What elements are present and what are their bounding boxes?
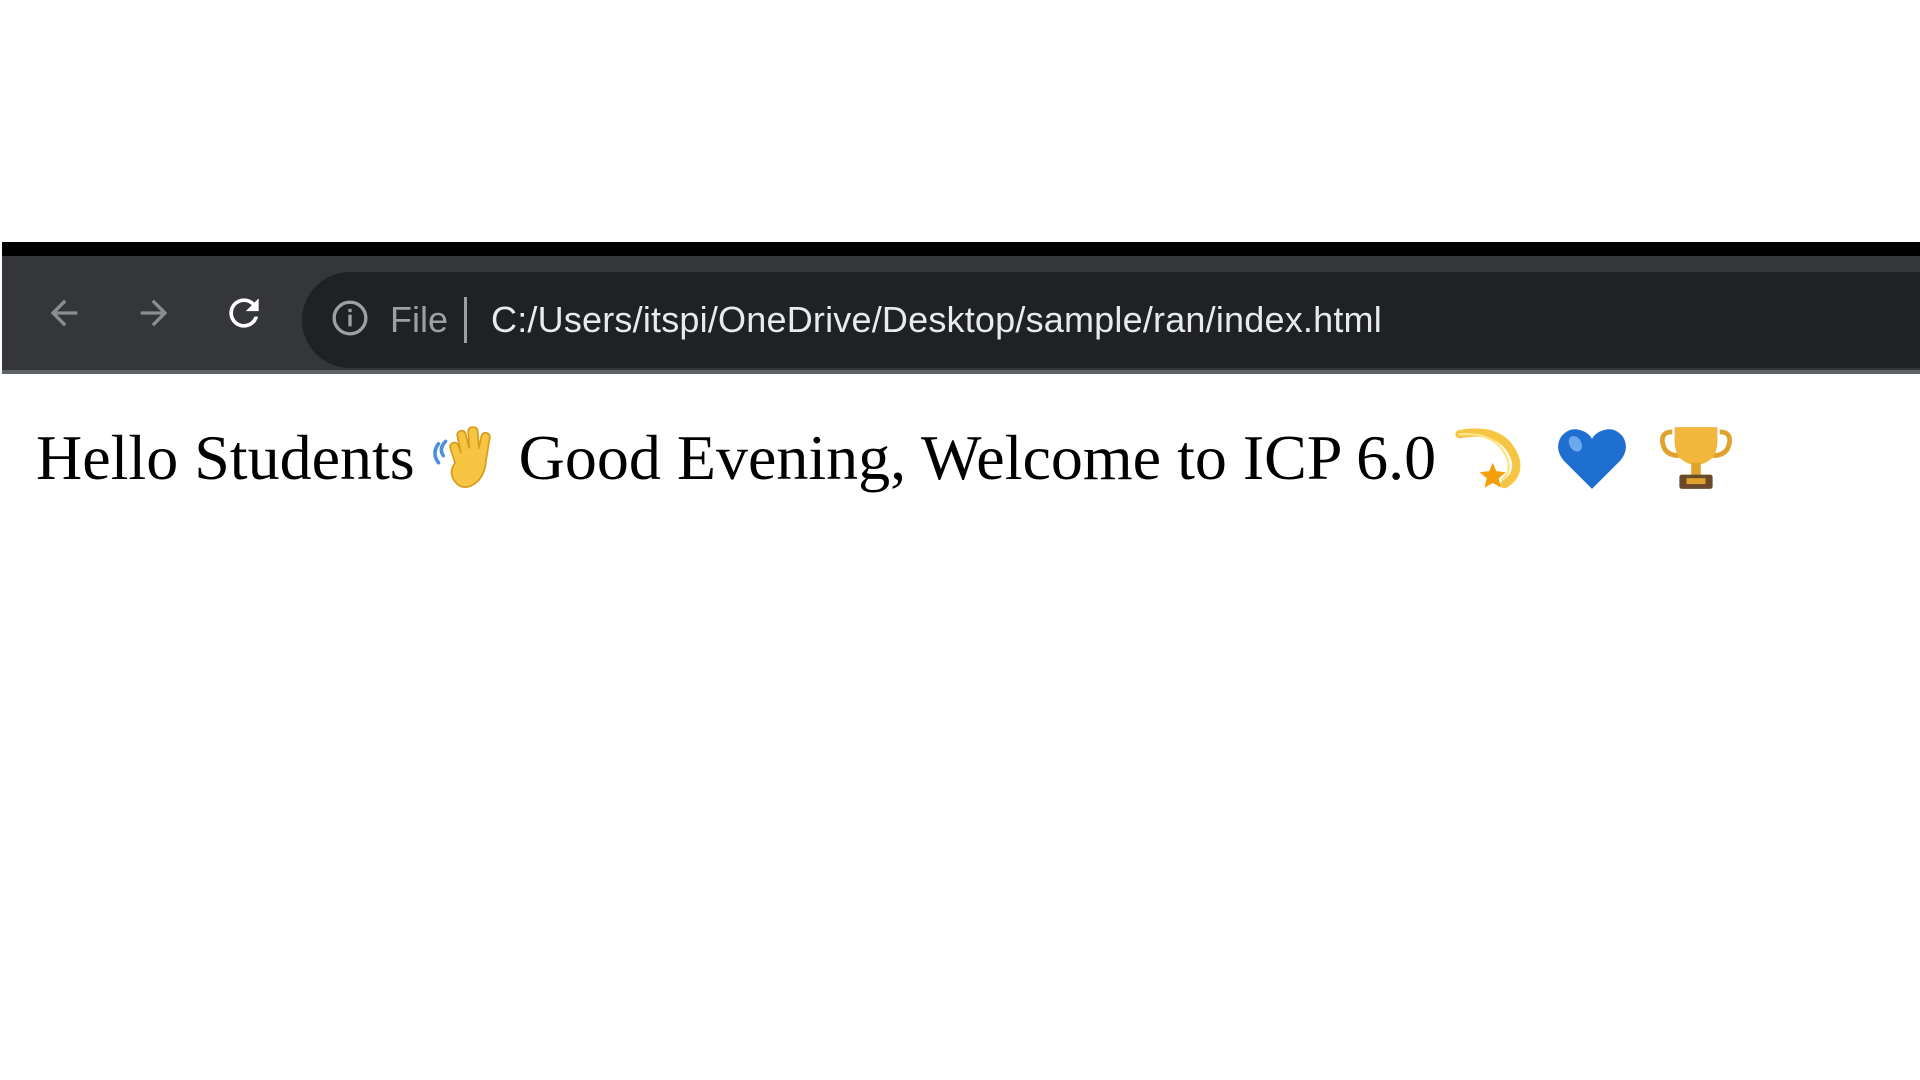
browser-chrome: File C:/Users/itspi/OneDrive/Desktop/sam… <box>2 242 1920 374</box>
screen: File C:/Users/itspi/OneDrive/Desktop/sam… <box>0 0 1920 1080</box>
site-info-button[interactable] <box>328 298 372 342</box>
address-bar[interactable]: File C:/Users/itspi/OneDrive/Desktop/sam… <box>302 272 1920 368</box>
trophy-icon <box>1658 420 1734 496</box>
address-divider <box>464 297 468 343</box>
forward-button[interactable] <box>122 281 186 345</box>
page-content: Hello Students Good Evening, Welcome to … <box>0 374 1920 1080</box>
heading-greeting: Hello Students <box>36 422 415 493</box>
blue-heart-icon <box>1554 420 1630 496</box>
reload-button[interactable] <box>212 281 276 345</box>
scheme-label: File <box>390 299 449 340</box>
url-text[interactable]: C:/Users/itspi/OneDrive/Desktop/sample/r… <box>491 299 1382 341</box>
back-button[interactable] <box>32 281 96 345</box>
back-arrow-icon <box>44 293 84 333</box>
waving-hand-icon <box>429 420 505 496</box>
browser-toolbar: File C:/Users/itspi/OneDrive/Desktop/sam… <box>2 256 1920 370</box>
forward-arrow-icon <box>134 293 174 333</box>
reload-icon <box>222 291 266 335</box>
top-gap <box>0 0 1920 242</box>
chrome-top-border <box>2 242 1920 256</box>
page-heading: Hello Students Good Evening, Welcome to … <box>36 420 1748 496</box>
info-icon <box>330 298 370 343</box>
dizzy-icon <box>1450 420 1526 496</box>
heading-welcome: Good Evening, Welcome to ICP 6.0 <box>518 422 1437 493</box>
